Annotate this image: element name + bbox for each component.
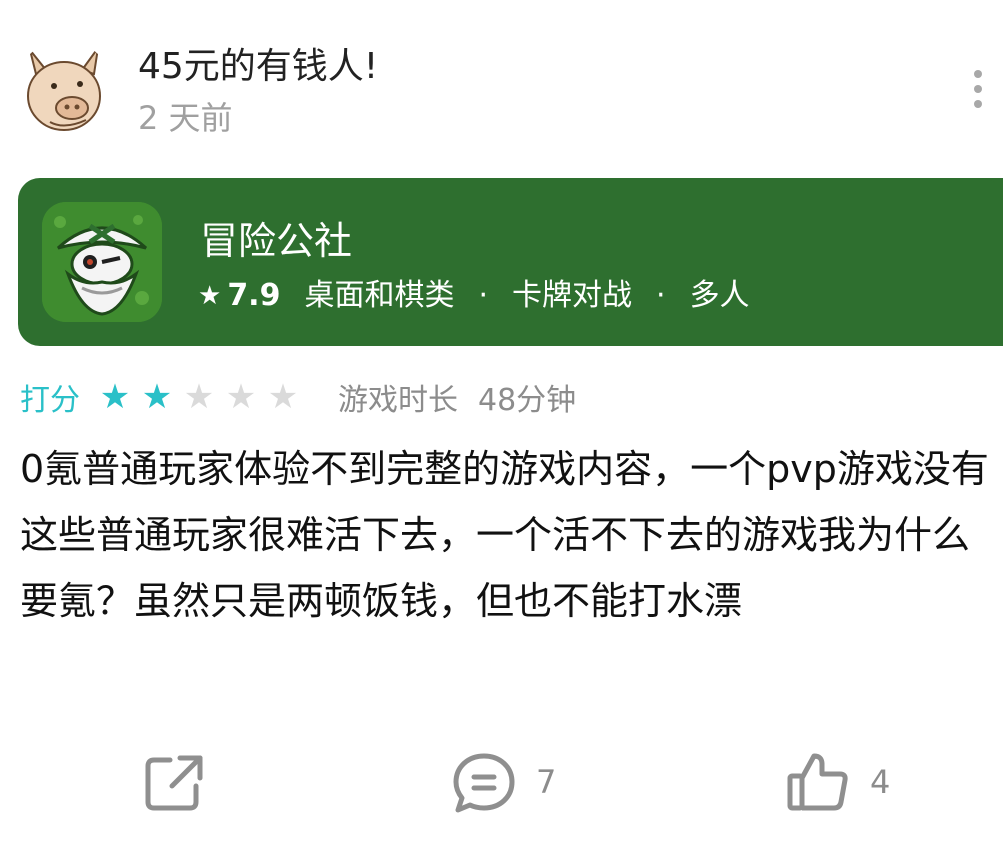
pig-avatar-icon [16,40,112,136]
star-filled-icon: ★ [99,377,131,417]
user-avatar[interactable] [16,40,112,136]
username[interactable]: 45元的有钱人! [138,42,378,92]
more-vertical-icon[interactable] [958,64,998,114]
pirate-game-icon [42,202,162,322]
review-header: 45元的有钱人! 2 天前 [0,0,1003,160]
game-tag: 多人 [689,278,750,313]
game-card[interactable]: 冒险公社 ★ 7.9 桌面和棋类 · 卡牌对战 · 多人 [18,178,1003,346]
tag-separator: · [656,278,666,313]
star-empty-icon: ★ [183,377,215,417]
comment-icon [453,753,515,813]
playtime-label: 游戏时长 [338,383,458,418]
like-count: 4 [870,763,891,801]
like-button[interactable]: 4 [786,742,890,822]
tag-separator: · [478,278,489,313]
playtime-value: 48分钟 [478,383,577,418]
star-filled-icon: ★ [141,377,173,417]
star-icon: ★ [198,281,222,311]
game-rating: 7.9 [227,278,281,313]
review-text: 0氪普通玩家体验不到完整的游戏内容，一个pvp游戏没有这些普通玩家很难活下去，一… [20,447,989,623]
star-rating: ★ ★ ★ ★ ★ [94,377,304,417]
game-title: 冒险公社 [200,219,353,263]
rating-label: 打分 [20,383,80,418]
share-button[interactable] [142,742,206,822]
star-empty-icon: ★ [225,377,257,417]
game-meta: ★ 7.9 桌面和棋类 · 卡牌对战 · 多人 [198,274,750,318]
star-empty-icon: ★ [267,377,299,417]
game-tag: 桌面和棋类 [304,278,455,313]
comment-button[interactable]: 7 [452,742,556,822]
rating-row: 打分 ★ ★ ★ ★ ★ 游戏时长 48分钟 [20,372,576,422]
action-bar: 7 4 [0,742,1003,822]
post-time: 2 天前 [138,99,233,137]
thumbs-up-icon [787,753,848,811]
comment-count: 7 [536,763,557,801]
game-tag: 卡牌对战 [512,278,633,313]
share-icon [145,755,203,811]
game-icon [42,202,162,322]
